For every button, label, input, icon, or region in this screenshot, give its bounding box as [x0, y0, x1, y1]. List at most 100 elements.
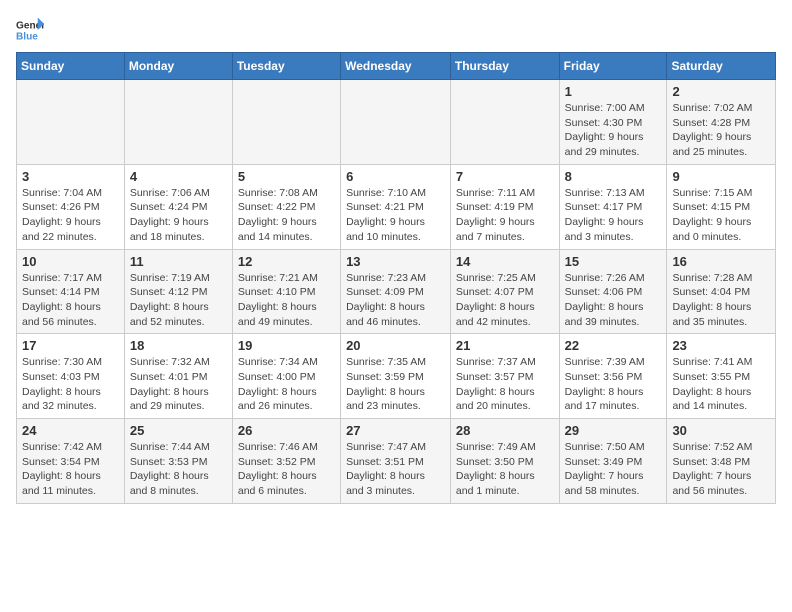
day-info: Sunrise: 7:26 AMSunset: 4:06 PMDaylight:…	[565, 271, 662, 330]
day-info: Sunrise: 7:47 AMSunset: 3:51 PMDaylight:…	[346, 440, 445, 499]
calendar-cell: 6Sunrise: 7:10 AMSunset: 4:21 PMDaylight…	[341, 164, 451, 249]
calendar-cell: 13Sunrise: 7:23 AMSunset: 4:09 PMDayligh…	[341, 249, 451, 334]
day-number: 12	[238, 254, 335, 269]
day-info: Sunrise: 7:42 AMSunset: 3:54 PMDaylight:…	[22, 440, 119, 499]
day-number: 7	[456, 169, 554, 184]
day-info: Sunrise: 7:41 AMSunset: 3:55 PMDaylight:…	[672, 355, 770, 414]
calendar-cell	[341, 80, 451, 165]
day-number: 4	[130, 169, 227, 184]
week-row-4: 17 Sunrise: 7:30 AMSunset: 4:03 PMDayligh…	[17, 334, 776, 419]
day-info: Sunrise: 7:34 AMSunset: 4:00 PMDaylight:…	[238, 355, 335, 414]
day-number: 30	[672, 423, 770, 438]
calendar-cell: 20Sunrise: 7:35 AMSunset: 3:59 PMDayligh…	[341, 334, 451, 419]
day-number: 26	[238, 423, 335, 438]
day-number: 11	[130, 254, 227, 269]
day-number: 25	[130, 423, 227, 438]
calendar-table: SundayMondayTuesdayWednesdayThursdayFrid…	[16, 52, 776, 504]
day-info: Sunrise: 7:49 AMSunset: 3:50 PMDaylight:…	[456, 440, 554, 499]
week-row-5: 24 Sunrise: 7:42 AMSunset: 3:54 PMDayligh…	[17, 419, 776, 504]
calendar-cell: 4 Sunrise: 7:06 AMSunset: 4:24 PMDaylight…	[124, 164, 232, 249]
day-number: 27	[346, 423, 445, 438]
calendar-cell: 23 Sunrise: 7:41 AMSunset: 3:55 PMDayligh…	[667, 334, 776, 419]
day-number: 2	[672, 84, 770, 99]
day-number: 5	[238, 169, 335, 184]
day-info: Sunrise: 7:37 AMSunset: 3:57 PMDaylight:…	[456, 355, 554, 414]
day-number: 18	[130, 338, 227, 353]
header-day-sunday: Sunday	[17, 53, 125, 80]
calendar-cell	[232, 80, 340, 165]
week-row-3: 10Sunrise: 7:17 AMSunset: 4:14 PMDayligh…	[17, 249, 776, 334]
header-day-thursday: Thursday	[450, 53, 559, 80]
calendar-cell: 10Sunrise: 7:17 AMSunset: 4:14 PMDayligh…	[17, 249, 125, 334]
day-info: Sunrise: 7:00 AMSunset: 4:30 PMDaylight:…	[565, 101, 662, 160]
header-day-wednesday: Wednesday	[341, 53, 451, 80]
day-info: Sunrise: 7:46 AMSunset: 3:52 PMDaylight:…	[238, 440, 335, 499]
calendar-cell: 11 Sunrise: 7:19 AMSunset: 4:12 PMDayligh…	[124, 249, 232, 334]
day-number: 3	[22, 169, 119, 184]
week-row-2: 3 Sunrise: 7:04 AMSunset: 4:26 PMDaylight…	[17, 164, 776, 249]
day-info: Sunrise: 7:17 AMSunset: 4:14 PMDaylight:…	[22, 271, 119, 330]
header-day-monday: Monday	[124, 53, 232, 80]
calendar-cell	[17, 80, 125, 165]
calendar-cell: 3 Sunrise: 7:04 AMSunset: 4:26 PMDaylight…	[17, 164, 125, 249]
calendar-cell: 27 Sunrise: 7:47 AMSunset: 3:51 PMDayligh…	[341, 419, 451, 504]
day-number: 15	[565, 254, 662, 269]
calendar-cell	[124, 80, 232, 165]
day-number: 29	[565, 423, 662, 438]
calendar-cell: 8 Sunrise: 7:13 AMSunset: 4:17 PMDaylight…	[559, 164, 667, 249]
calendar-cell: 28 Sunrise: 7:49 AMSunset: 3:50 PMDayligh…	[450, 419, 559, 504]
day-number: 9	[672, 169, 770, 184]
day-info: Sunrise: 7:52 AMSunset: 3:48 PMDaylight:…	[672, 440, 770, 499]
logo: General Blue	[16, 16, 44, 44]
day-info: Sunrise: 7:15 AMSunset: 4:15 PMDaylight:…	[672, 186, 770, 245]
day-info: Sunrise: 7:19 AMSunset: 4:12 PMDaylight:…	[130, 271, 227, 330]
day-info: Sunrise: 7:21 AMSunset: 4:10 PMDaylight:…	[238, 271, 335, 330]
day-info: Sunrise: 7:25 AMSunset: 4:07 PMDaylight:…	[456, 271, 554, 330]
logo-icon: General Blue	[16, 16, 44, 44]
day-info: Sunrise: 7:11 AMSunset: 4:19 PMDaylight:…	[456, 186, 554, 245]
day-info: Sunrise: 7:08 AMSunset: 4:22 PMDaylight:…	[238, 186, 335, 245]
header-day-saturday: Saturday	[667, 53, 776, 80]
calendar-cell: 2Sunrise: 7:02 AMSunset: 4:28 PMDaylight…	[667, 80, 776, 165]
day-info: Sunrise: 7:13 AMSunset: 4:17 PMDaylight:…	[565, 186, 662, 245]
day-number: 28	[456, 423, 554, 438]
day-info: Sunrise: 7:23 AMSunset: 4:09 PMDaylight:…	[346, 271, 445, 330]
calendar-cell: 15 Sunrise: 7:26 AMSunset: 4:06 PMDayligh…	[559, 249, 667, 334]
day-info: Sunrise: 7:04 AMSunset: 4:26 PMDaylight:…	[22, 186, 119, 245]
calendar-cell: 7 Sunrise: 7:11 AMSunset: 4:19 PMDaylight…	[450, 164, 559, 249]
calendar-cell: 25 Sunrise: 7:44 AMSunset: 3:53 PMDayligh…	[124, 419, 232, 504]
calendar-cell: 5 Sunrise: 7:08 AMSunset: 4:22 PMDaylight…	[232, 164, 340, 249]
calendar-cell	[450, 80, 559, 165]
day-info: Sunrise: 7:28 AMSunset: 4:04 PMDaylight:…	[672, 271, 770, 330]
calendar-cell: 18Sunrise: 7:32 AMSunset: 4:01 PMDayligh…	[124, 334, 232, 419]
calendar-header: SundayMondayTuesdayWednesdayThursdayFrid…	[17, 53, 776, 80]
week-row-1: 1 Sunrise: 7:00 AMSunset: 4:30 PMDaylight…	[17, 80, 776, 165]
svg-text:Blue: Blue	[16, 31, 38, 42]
header-day-tuesday: Tuesday	[232, 53, 340, 80]
day-number: 23	[672, 338, 770, 353]
day-info: Sunrise: 7:39 AMSunset: 3:56 PMDaylight:…	[565, 355, 662, 414]
day-number: 16	[672, 254, 770, 269]
day-info: Sunrise: 7:06 AMSunset: 4:24 PMDaylight:…	[130, 186, 227, 245]
day-number: 6	[346, 169, 445, 184]
calendar-cell: 17 Sunrise: 7:30 AMSunset: 4:03 PMDayligh…	[17, 334, 125, 419]
day-number: 17	[22, 338, 119, 353]
day-number: 1	[565, 84, 662, 99]
calendar-cell: 29 Sunrise: 7:50 AMSunset: 3:49 PMDayligh…	[559, 419, 667, 504]
calendar-cell: 14 Sunrise: 7:25 AMSunset: 4:07 PMDayligh…	[450, 249, 559, 334]
day-info: Sunrise: 7:30 AMSunset: 4:03 PMDaylight:…	[22, 355, 119, 414]
day-number: 19	[238, 338, 335, 353]
day-number: 8	[565, 169, 662, 184]
calendar-cell: 22 Sunrise: 7:39 AMSunset: 3:56 PMDayligh…	[559, 334, 667, 419]
day-number: 22	[565, 338, 662, 353]
calendar-cell: 26 Sunrise: 7:46 AMSunset: 3:52 PMDayligh…	[232, 419, 340, 504]
calendar-cell: 1 Sunrise: 7:00 AMSunset: 4:30 PMDaylight…	[559, 80, 667, 165]
calendar-cell: 9 Sunrise: 7:15 AMSunset: 4:15 PMDaylight…	[667, 164, 776, 249]
calendar-cell: 12 Sunrise: 7:21 AMSunset: 4:10 PMDayligh…	[232, 249, 340, 334]
day-info: Sunrise: 7:44 AMSunset: 3:53 PMDaylight:…	[130, 440, 227, 499]
day-number: 24	[22, 423, 119, 438]
calendar-cell: 16 Sunrise: 7:28 AMSunset: 4:04 PMDayligh…	[667, 249, 776, 334]
calendar-cell: 24 Sunrise: 7:42 AMSunset: 3:54 PMDayligh…	[17, 419, 125, 504]
day-info: Sunrise: 7:50 AMSunset: 3:49 PMDaylight:…	[565, 440, 662, 499]
day-number: 14	[456, 254, 554, 269]
